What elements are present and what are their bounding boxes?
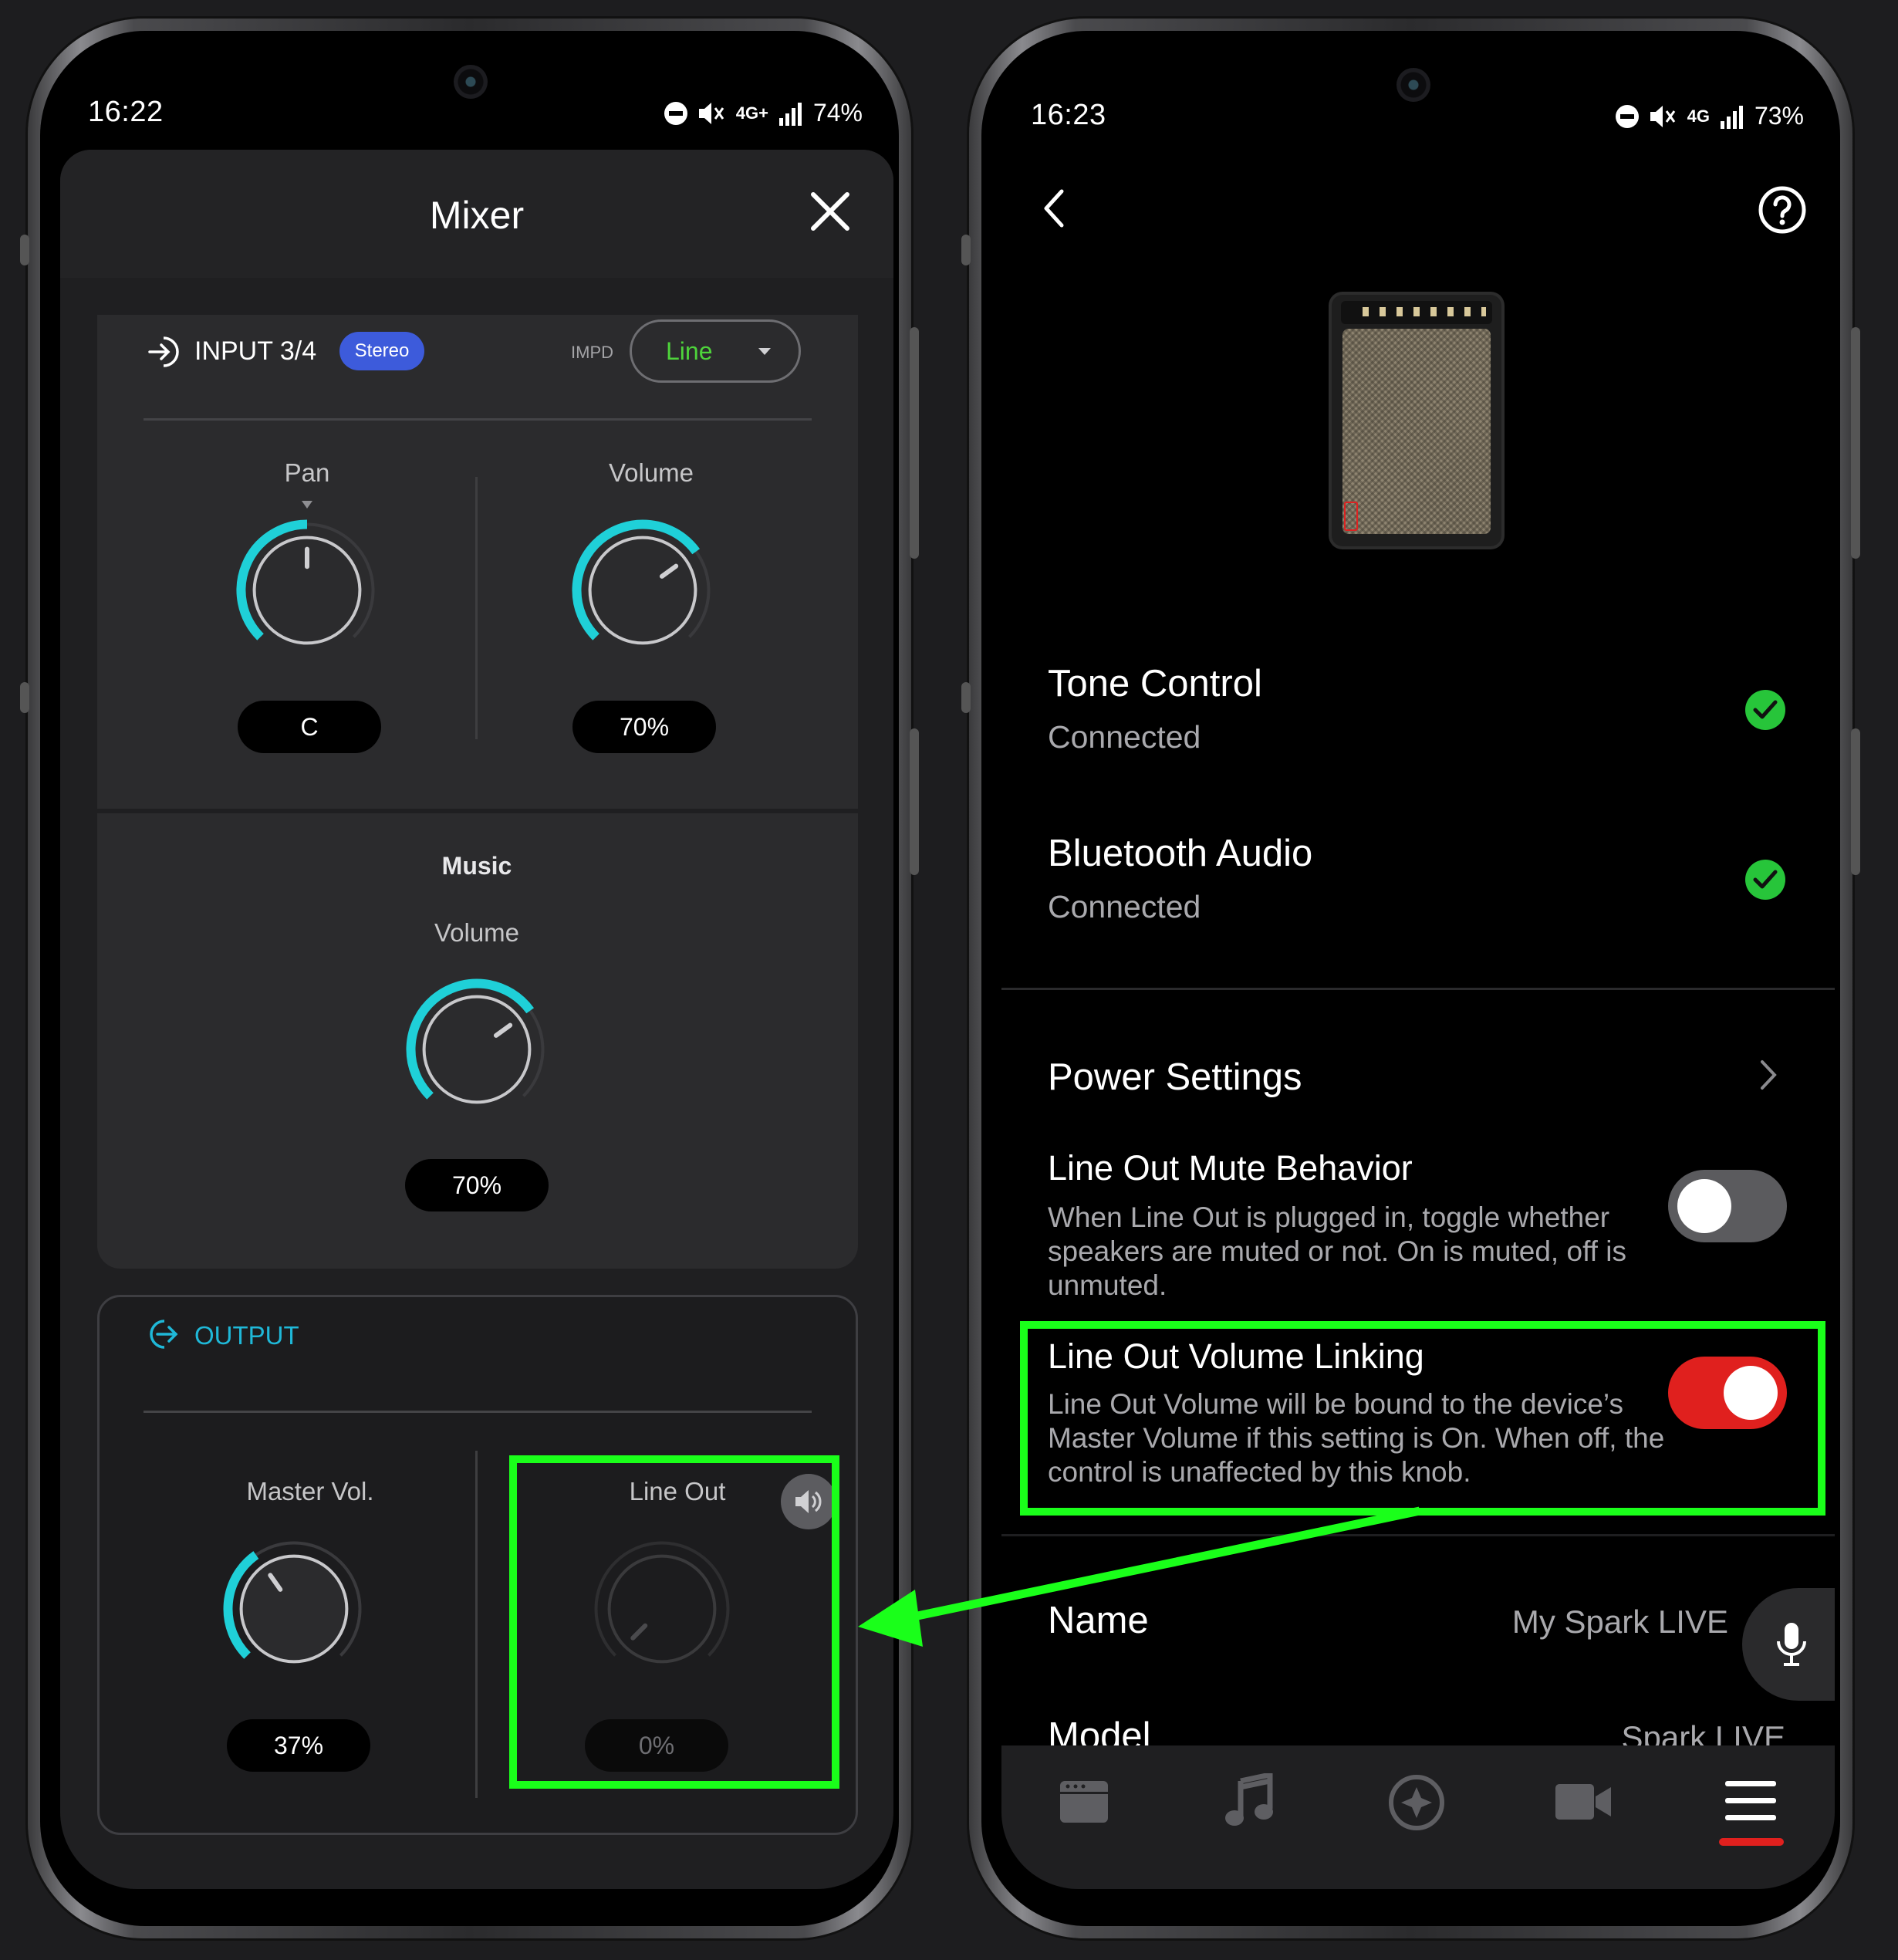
line-out-mute-description-1: When Line Out is plugged in, toggle whet… (1048, 1201, 1610, 1233)
status-icons: 4G+ 74% (664, 99, 863, 127)
bluetooth-audio-status: Connected (1048, 889, 1201, 924)
input-column-divider (475, 477, 478, 739)
dnd-icon (1615, 104, 1639, 128)
input-title: INPUT 3/4 (194, 336, 317, 366)
active-tab-indicator (1719, 1838, 1784, 1846)
signal-icon (778, 102, 802, 126)
voice-assistant-button[interactable] (1742, 1588, 1835, 1701)
right-screen: 16:23 4G 73% Tone Control Connected Blue… (1001, 48, 1835, 1889)
battery-level: 74% (812, 99, 863, 127)
page-title: Mixer (429, 194, 525, 237)
knob-body (422, 995, 532, 1104)
section-divider (1001, 1534, 1835, 1536)
battery-level: 73% (1754, 102, 1804, 130)
output-divider (144, 1411, 812, 1413)
input-divider (144, 418, 812, 421)
knob-body (588, 536, 697, 645)
tone-control-check-icon (1745, 690, 1785, 730)
stereo-badge: Stereo (339, 332, 424, 370)
power-settings-item[interactable]: Power Settings (1048, 1056, 1302, 1099)
status-icons: 4G 73% (1615, 102, 1804, 130)
amp-icon[interactable] (1057, 1778, 1111, 1826)
status-time: 16:22 (88, 96, 164, 128)
explore-icon[interactable] (1387, 1773, 1446, 1832)
knob-body (239, 1554, 349, 1664)
music-title: Music (441, 852, 512, 880)
impd-label: IMPD (571, 343, 613, 362)
output-icon (150, 1320, 178, 1349)
highlight-line-out-linking-box (1020, 1321, 1825, 1516)
input-volume-value: 70% (572, 701, 716, 753)
input-icon (148, 336, 179, 367)
master-volume-value: 37% (227, 1719, 370, 1772)
music-volume-label: Volume (434, 918, 520, 947)
signal-icon (1720, 105, 1743, 129)
dnd-icon (664, 101, 687, 125)
master-volume-knob[interactable] (221, 1536, 367, 1682)
output-column-divider (475, 1451, 478, 1798)
amplifier-image (1332, 295, 1501, 546)
input-volume-label: Volume (608, 458, 694, 487)
pan-center-marker-icon (302, 501, 312, 509)
input-volume-knob[interactable] (569, 517, 716, 664)
network-type: 4G (1687, 106, 1710, 126)
menu-icon[interactable] (1724, 1779, 1778, 1823)
line-out-mute-title: Line Out Mute Behavior (1048, 1148, 1413, 1188)
bluetooth-audio-title: Bluetooth Audio (1048, 833, 1313, 874)
output-title: OUTPUT (194, 1321, 299, 1350)
input-panel (97, 315, 858, 809)
mute-icon (698, 102, 724, 124)
network-type: 4G+ (735, 103, 768, 123)
chevron-down-icon (758, 348, 771, 355)
highlight-line-out-box (509, 1455, 839, 1789)
line-out-mute-toggle[interactable] (1668, 1170, 1787, 1242)
music-note-icon[interactable] (1222, 1773, 1276, 1829)
pan-label: Pan (284, 458, 330, 487)
impd-select-value: Line (666, 337, 713, 365)
tone-control-status: Connected (1048, 719, 1201, 755)
pan-value: C (238, 701, 381, 753)
close-icon[interactable] (809, 190, 852, 233)
help-icon[interactable] (1758, 185, 1807, 235)
line-out-mute-description-3: unmuted. (1048, 1269, 1167, 1301)
video-icon[interactable] (1554, 1781, 1613, 1823)
section-divider (1001, 988, 1835, 990)
bluetooth-audio-check-icon (1745, 860, 1785, 900)
pan-knob[interactable] (234, 517, 380, 664)
music-volume-knob[interactable] (404, 976, 550, 1123)
name-value[interactable]: My Spark LIVE (1512, 1603, 1728, 1641)
tone-control-title: Tone Control (1048, 663, 1262, 705)
music-volume-value: 70% (405, 1159, 549, 1211)
chevron-right-icon[interactable] (1758, 1057, 1779, 1093)
name-label: Name (1048, 1600, 1149, 1641)
front-camera (454, 65, 488, 99)
microphone-icon (1777, 1623, 1806, 1666)
mute-icon (1650, 105, 1675, 127)
impd-select[interactable]: Line (630, 319, 801, 383)
line-out-mute-description-2: speakers are muted or not. On is muted, … (1048, 1235, 1626, 1267)
status-time: 16:23 (1031, 99, 1106, 131)
master-volume-label: Master Vol. (246, 1477, 374, 1505)
front-camera (1396, 68, 1430, 102)
back-icon[interactable] (1038, 187, 1069, 230)
